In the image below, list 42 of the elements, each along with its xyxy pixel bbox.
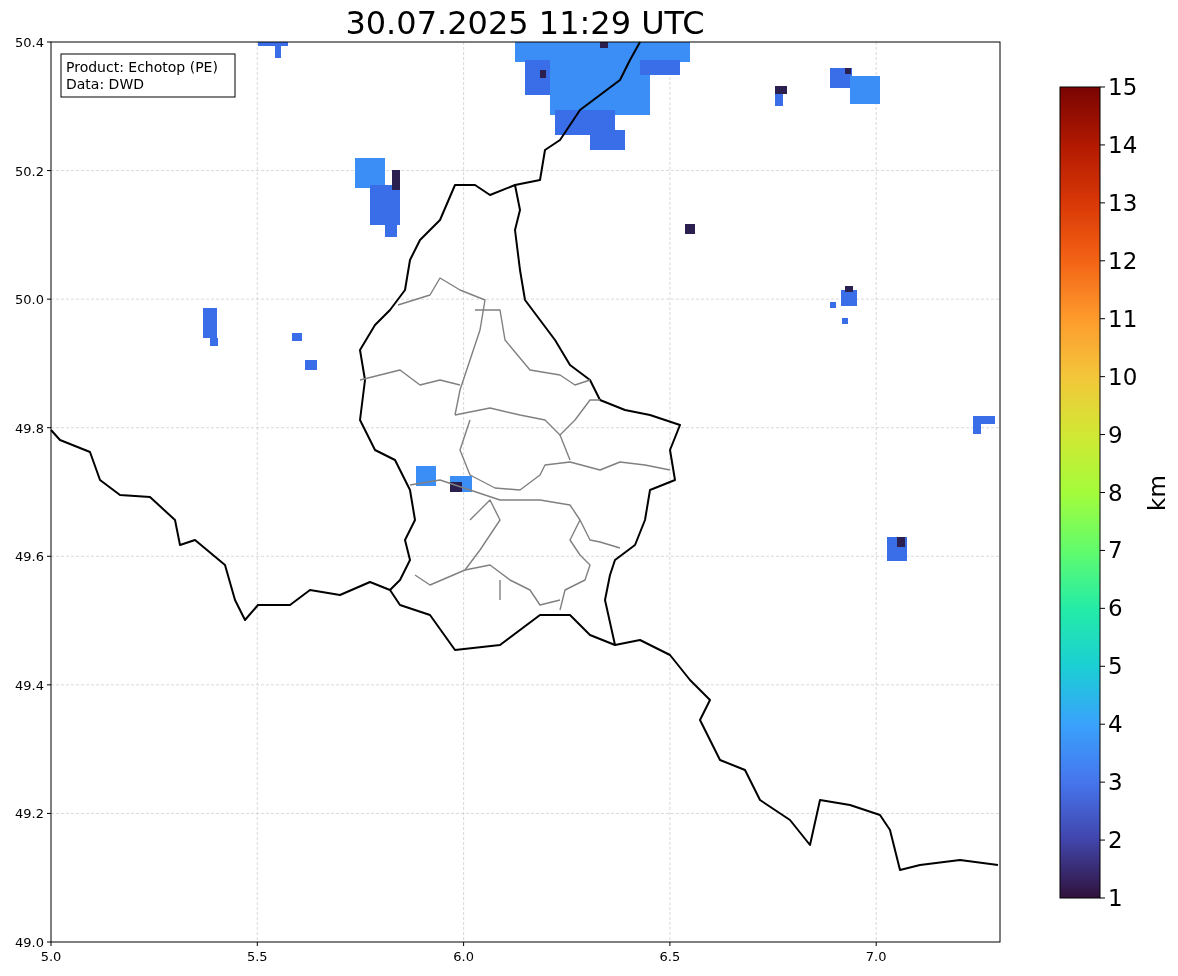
colorbar-tick-label: 10 <box>1108 363 1138 390</box>
y-tick-label: 49.0 <box>15 935 44 950</box>
colorbar-tick-label: 5 <box>1108 653 1123 680</box>
colorbar-tick-label: 13 <box>1108 189 1138 216</box>
colorbar-tick-label: 2 <box>1108 827 1123 854</box>
radar-echo <box>685 224 695 234</box>
colorbar-tick-label: 7 <box>1108 537 1123 564</box>
x-tick-label: 5.0 <box>40 949 62 964</box>
y-tick-label: 49.6 <box>15 549 44 565</box>
colorbar-tick-label: 6 <box>1108 595 1123 622</box>
colorbar-tick-label: 14 <box>1108 131 1138 158</box>
y-tick-label: 49.4 <box>15 677 44 693</box>
colorbar-tick-label: 9 <box>1108 421 1123 448</box>
colorbar-tick-label: 4 <box>1108 711 1123 738</box>
radar-echo <box>973 416 995 434</box>
radar-echo <box>203 308 218 346</box>
y-tick-label: 50.2 <box>15 163 44 179</box>
colorbar-tick-label: 11 <box>1108 305 1138 332</box>
info-text: Data: DWD <box>66 76 144 92</box>
y-tick-label: 50.0 <box>15 292 44 308</box>
y-tick-label: 50.4 <box>15 35 44 50</box>
radar-echo <box>416 466 472 492</box>
colorbar-tick-label: 12 <box>1108 247 1138 274</box>
colorbar-tick-label: 3 <box>1108 769 1123 796</box>
chart-title: 30.07.2025 11:29 UTC <box>345 4 705 42</box>
radar-echo <box>887 537 907 561</box>
colorbar-tick-label: 15 <box>1108 74 1138 100</box>
radar-echo <box>775 86 787 106</box>
info-text: Product: Echotop (PE) <box>66 59 218 75</box>
x-tick-label: 5.5 <box>246 949 268 964</box>
colorbar-label: km <box>1144 475 1170 511</box>
colorbar-tick-label: 1 <box>1108 885 1123 911</box>
y-tick-label: 49.8 <box>15 420 44 436</box>
radar-echo <box>258 42 288 58</box>
y-tick-label: 49.2 <box>15 806 44 822</box>
x-tick-label: 7.0 <box>865 949 887 964</box>
x-tick-label: 6.0 <box>453 949 474 964</box>
colorbar-tick-label: 8 <box>1108 479 1123 506</box>
radar-echo <box>292 333 317 370</box>
radar-echo <box>830 286 857 324</box>
x-tick-label: 6.5 <box>659 949 681 964</box>
radar-echo <box>830 68 880 104</box>
